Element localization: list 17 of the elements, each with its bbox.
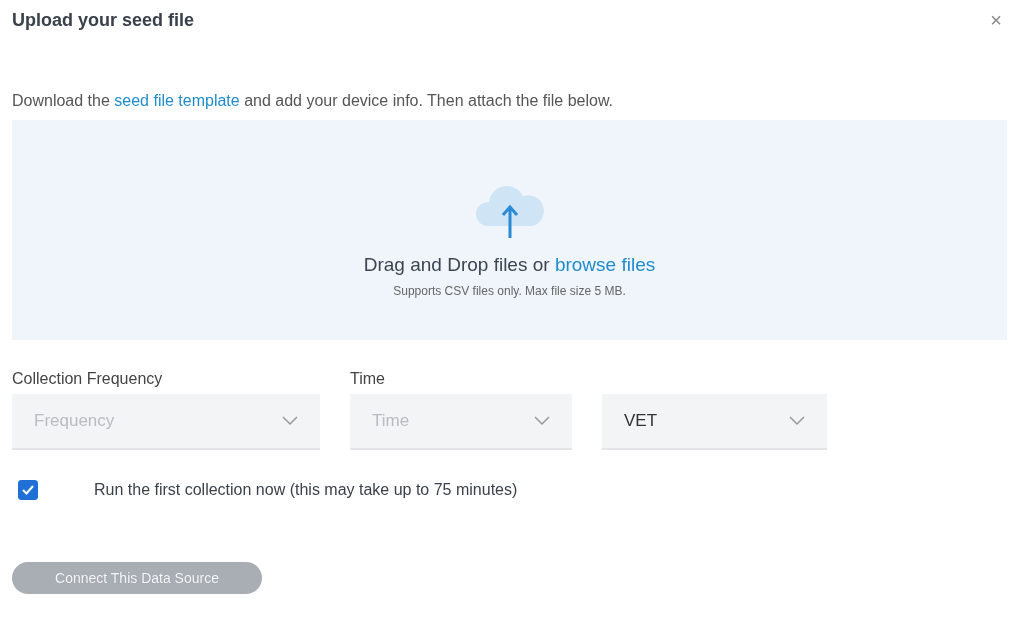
chevron-icon	[789, 416, 805, 426]
checkbox-label: Run the first collection now (this may take up to 75 minutes)	[94, 481, 518, 499]
select-field[interactable]: VET	[602, 394, 827, 450]
drop-instructions: Drag and Drop files or browse files	[363, 254, 656, 276]
checkmark-icon	[22, 485, 34, 495]
field-label: Time	[350, 370, 386, 388]
chevron-icon	[534, 416, 550, 426]
chevron-icon	[282, 416, 298, 426]
template-link[interactable]: seed file template	[114, 92, 240, 109]
file-hint: Supports CSV files only. Max file size 5 MB.	[393, 284, 626, 298]
drop-zone[interactable]: Drag and Drop files or browse files Supports CSV files only. Max file size 5 MB.	[12, 120, 1007, 340]
browse-link[interactable]: browse files	[554, 254, 656, 275]
field-label: Collection Frequency	[12, 370, 164, 388]
instructions-text: Download the seed file template and add your device info. Then attach the file below.	[12, 92, 614, 110]
checkbox[interactable]	[18, 480, 38, 500]
close-button[interactable]: ×	[986, 8, 1006, 32]
dialog-title: Upload your seed file	[12, 9, 195, 31]
